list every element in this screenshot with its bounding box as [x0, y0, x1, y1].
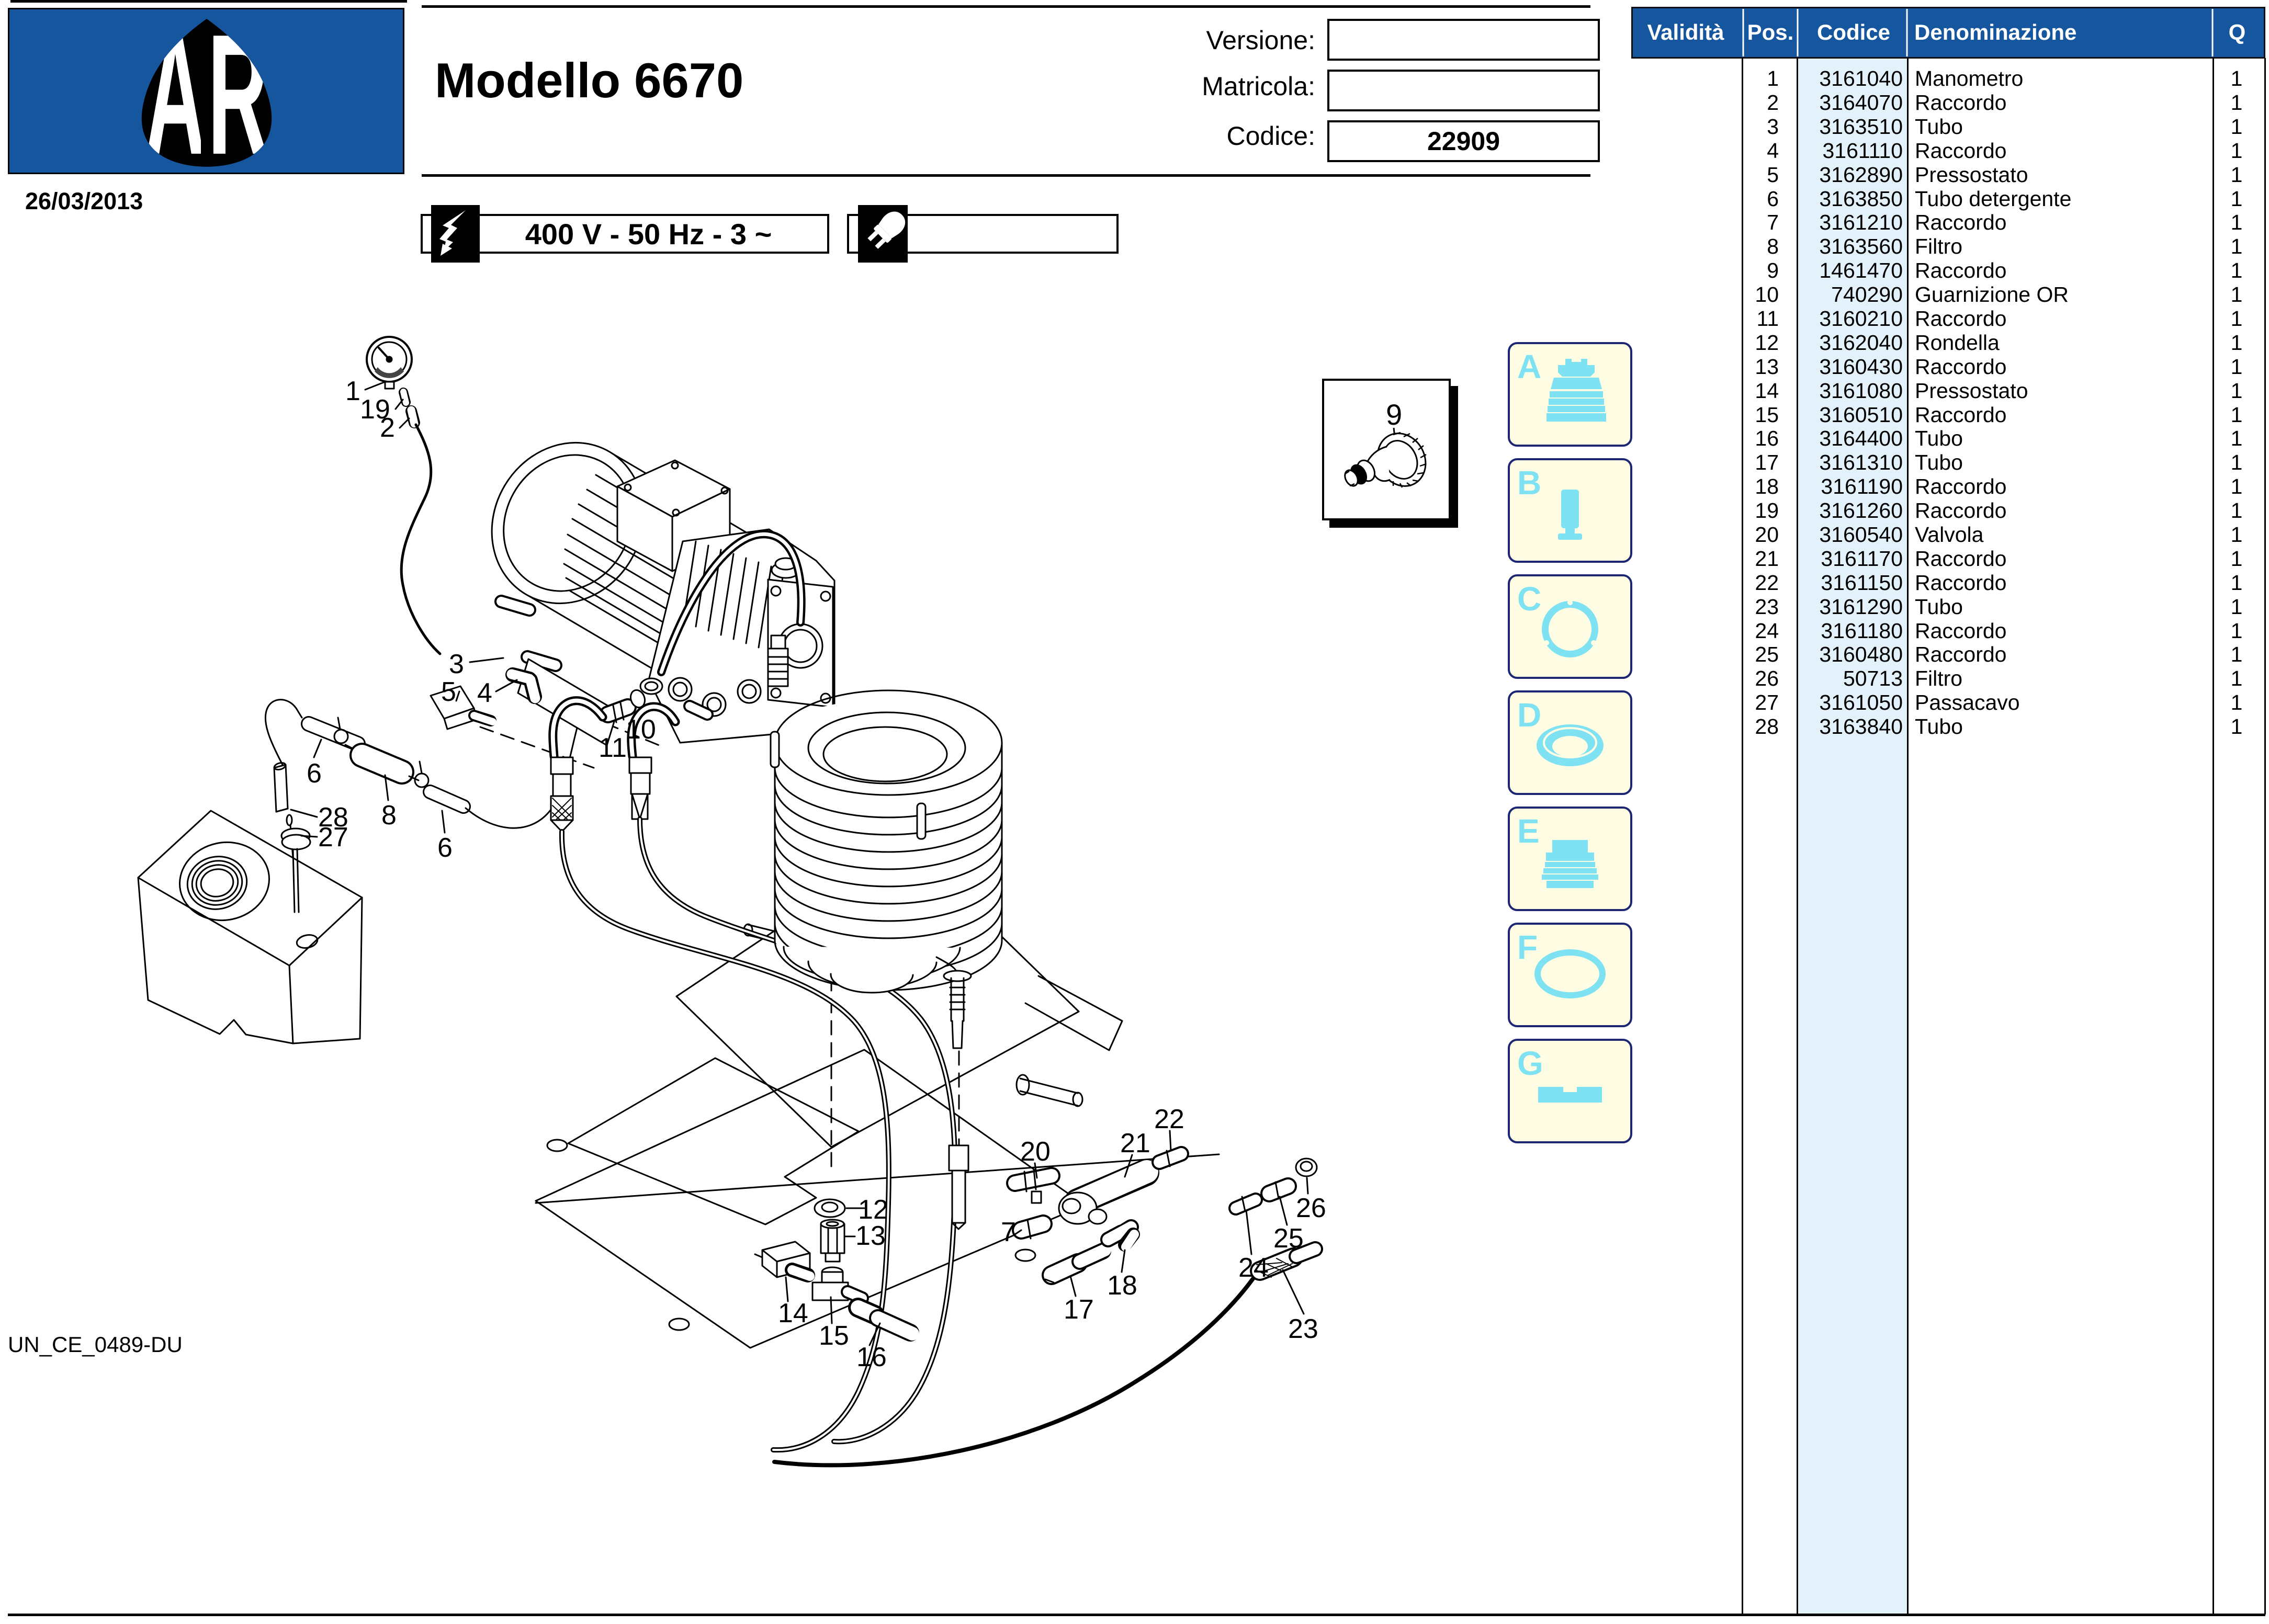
svg-text:24: 24 — [1238, 1253, 1269, 1283]
svg-text:11: 11 — [599, 733, 627, 763]
svg-text:21: 21 — [1120, 1128, 1150, 1159]
svg-text:5: 5 — [441, 677, 456, 707]
svg-text:1: 1 — [345, 376, 360, 406]
svg-text:15: 15 — [819, 1321, 849, 1351]
svg-text:26: 26 — [1296, 1193, 1326, 1223]
svg-text:3: 3 — [449, 649, 464, 679]
svg-text:6: 6 — [307, 758, 322, 789]
svg-text:10: 10 — [626, 714, 656, 745]
svg-text:22: 22 — [1154, 1104, 1184, 1134]
svg-text:16: 16 — [856, 1342, 887, 1372]
svg-text:20: 20 — [1020, 1137, 1051, 1167]
svg-text:27: 27 — [318, 822, 348, 853]
svg-text:18: 18 — [1107, 1270, 1137, 1301]
svg-text:4: 4 — [477, 678, 492, 708]
svg-text:25: 25 — [1273, 1223, 1304, 1254]
svg-text:14: 14 — [778, 1298, 808, 1328]
svg-text:17: 17 — [1064, 1294, 1094, 1325]
svg-text:6: 6 — [437, 833, 453, 863]
svg-text:23: 23 — [1288, 1314, 1318, 1344]
svg-text:7: 7 — [1001, 1217, 1016, 1247]
svg-text:13: 13 — [855, 1221, 886, 1251]
svg-text:8: 8 — [381, 800, 397, 831]
svg-text:2: 2 — [380, 413, 395, 443]
